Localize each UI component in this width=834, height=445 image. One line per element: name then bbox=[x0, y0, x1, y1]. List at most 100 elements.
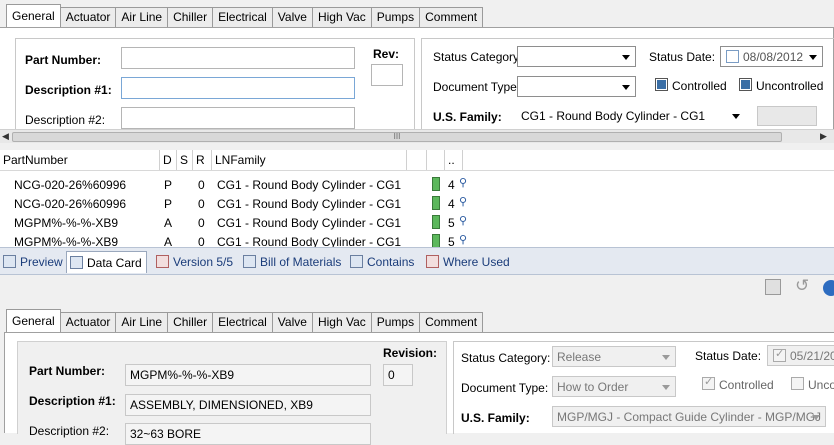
tab-data-card[interactable]: Data Card bbox=[66, 251, 147, 273]
scroll-right-icon[interactable]: ▶ bbox=[820, 131, 827, 142]
uncontrolled-checkbox[interactable] bbox=[739, 78, 752, 91]
card-tab-electrical[interactable]: Electrical bbox=[212, 312, 273, 332]
card-tab-valve[interactable]: Valve bbox=[271, 312, 313, 332]
data-card-icon bbox=[70, 256, 83, 269]
card-status-category-select[interactable]: Release bbox=[552, 346, 676, 367]
card-us-family-label: U.S. Family: bbox=[461, 411, 530, 425]
cell-d: A bbox=[164, 235, 173, 247]
card-part-number-input[interactable]: MGPM%-%-%-XB9 bbox=[125, 364, 371, 386]
card-part-number-label: Part Number: bbox=[29, 364, 106, 378]
tab-where-used-label: Where Used bbox=[443, 255, 510, 269]
description1-input[interactable] bbox=[121, 77, 355, 99]
card-document-type-select[interactable]: How to Order bbox=[552, 376, 676, 397]
parts-grid: PartNumber D S R LNFamily .. NCG-020-26%… bbox=[0, 150, 834, 247]
green-status-icon bbox=[432, 196, 440, 210]
card-toolbar: ↺ bbox=[0, 275, 834, 302]
save-icon[interactable] bbox=[765, 279, 781, 295]
col-blank2[interactable] bbox=[427, 150, 445, 170]
card-tab-high-vac[interactable]: High Vac bbox=[311, 312, 372, 332]
chevron-down-icon bbox=[809, 55, 817, 60]
table-row[interactable]: NCG-020-26%60996 P 0 CG1 - Round Body Cy… bbox=[0, 194, 834, 213]
cell-d: P bbox=[164, 178, 173, 192]
controlled-checkbox[interactable] bbox=[655, 78, 668, 91]
card-tab-general[interactable]: General bbox=[6, 309, 61, 332]
help-icon[interactable] bbox=[823, 280, 834, 296]
card-status-category-value: Release bbox=[557, 350, 602, 364]
tab-high-vac[interactable]: High Vac bbox=[311, 7, 372, 27]
document-type-select[interactable] bbox=[517, 76, 636, 97]
table-row[interactable]: MGPM%-%-%-XB9 A 0 CG1 - Round Body Cylin… bbox=[0, 232, 834, 247]
top-tab-strip: General Actuator Air Line Chiller Electr… bbox=[6, 4, 484, 27]
tab-chiller[interactable]: Chiller bbox=[167, 7, 214, 27]
table-row[interactable]: MGPM%-%-%-XB9 A 0 CG1 - Round Body Cylin… bbox=[0, 213, 834, 232]
family-extra-field bbox=[757, 106, 817, 126]
tab-contains[interactable]: Contains bbox=[347, 251, 418, 273]
card-tab-pumps[interactable]: Pumps bbox=[370, 312, 421, 332]
col-partnumber[interactable]: PartNumber bbox=[0, 150, 160, 170]
description2-label: Description #2: bbox=[25, 113, 106, 127]
tab-bill-of-materials[interactable]: Bill of Materials bbox=[240, 251, 345, 273]
green-status-icon bbox=[432, 234, 440, 247]
cell-r: 0 bbox=[198, 235, 205, 247]
card-uncontrolled-checkbox[interactable] bbox=[791, 377, 804, 390]
undo-icon[interactable]: ↺ bbox=[795, 276, 809, 296]
tab-data-card-label: Data Card bbox=[87, 256, 142, 270]
tab-comment[interactable]: Comment bbox=[419, 7, 484, 27]
tab-pumps[interactable]: Pumps bbox=[370, 7, 421, 27]
card-tab-air-line[interactable]: Air Line bbox=[115, 312, 169, 332]
tab-preview[interactable]: Preview bbox=[0, 251, 67, 273]
status-date-picker[interactable]: 08/08/2012 bbox=[720, 46, 823, 67]
scroll-left-icon[interactable]: ◀ bbox=[2, 131, 9, 142]
table-row[interactable]: NCG-020-26%60996 P 0 CG1 - Round Body Cy… bbox=[0, 175, 834, 194]
grid-header: PartNumber D S R LNFamily .. bbox=[0, 150, 834, 171]
pin-icon: ⚲ bbox=[459, 196, 468, 208]
cell-r: 0 bbox=[198, 197, 205, 211]
card-controlled-checkbox[interactable] bbox=[702, 375, 715, 390]
tab-where-used[interactable]: Where Used bbox=[423, 251, 514, 273]
card-description1-label: Description #1: bbox=[29, 394, 116, 408]
pin-icon: ⚲ bbox=[459, 215, 468, 227]
card-status-date-checkbox[interactable] bbox=[773, 347, 786, 362]
card-description1-input[interactable]: ASSEMBLY, DIMENSIONED, XB9 bbox=[125, 394, 371, 416]
scroll-thumb[interactable]: III bbox=[12, 132, 782, 142]
card-tab-actuator[interactable]: Actuator bbox=[59, 312, 117, 332]
chevron-down-icon bbox=[732, 114, 740, 119]
description2-input[interactable] bbox=[121, 107, 355, 129]
card-revision-input[interactable]: 0 bbox=[383, 364, 413, 386]
card-tab-chiller[interactable]: Chiller bbox=[167, 312, 214, 332]
tab-version[interactable]: Version 5/5 bbox=[153, 251, 237, 273]
card-tab-comment[interactable]: Comment bbox=[419, 312, 484, 332]
cell-family: CG1 - Round Body Cylinder - CG1 bbox=[217, 235, 402, 247]
col-blank[interactable] bbox=[407, 150, 427, 170]
card-tab-strip: General Actuator Air Line Chiller Electr… bbox=[6, 309, 484, 332]
col-r[interactable]: R bbox=[193, 150, 212, 170]
col-more[interactable]: .. bbox=[445, 150, 463, 170]
col-lnfamily[interactable]: LNFamily bbox=[212, 150, 407, 170]
card-description2-label: Description #2: bbox=[29, 424, 110, 438]
col-s[interactable]: S bbox=[177, 150, 193, 170]
status-date-value: 08/08/2012 bbox=[743, 50, 804, 64]
contains-icon bbox=[350, 255, 363, 268]
card-description2-input[interactable]: 32~63 BORE bbox=[125, 423, 371, 445]
card-us-family-select[interactable]: MGP/MGJ - Compact Guide Cylinder - MGP/M… bbox=[552, 406, 826, 427]
tab-general[interactable]: General bbox=[6, 4, 61, 27]
tab-air-line[interactable]: Air Line bbox=[115, 7, 169, 27]
tab-electrical[interactable]: Electrical bbox=[212, 7, 273, 27]
col-d[interactable]: D bbox=[160, 150, 177, 170]
chevron-down-icon bbox=[662, 385, 670, 390]
status-date-checkbox[interactable] bbox=[726, 50, 739, 63]
card-status-date-picker[interactable]: 05/21/20 bbox=[767, 345, 834, 366]
pin-icon: ⚲ bbox=[459, 177, 468, 189]
chevron-down-icon bbox=[662, 355, 670, 360]
us-family-select[interactable]: CG1 - Round Body Cylinder - CG1 bbox=[517, 106, 745, 127]
part-number-input[interactable] bbox=[121, 47, 355, 69]
tab-actuator[interactable]: Actuator bbox=[59, 7, 117, 27]
tab-valve[interactable]: Valve bbox=[271, 7, 313, 27]
status-category-select[interactable] bbox=[517, 46, 636, 67]
status-date-label: Status Date: bbox=[649, 50, 716, 64]
us-family-value: CG1 - Round Body Cylinder - CG1 bbox=[521, 109, 706, 123]
rev-input[interactable] bbox=[371, 64, 403, 86]
horizontal-scrollbar[interactable]: ◀ III ▶ bbox=[0, 129, 834, 143]
chevron-down-icon bbox=[622, 85, 630, 90]
green-status-icon bbox=[432, 215, 440, 229]
